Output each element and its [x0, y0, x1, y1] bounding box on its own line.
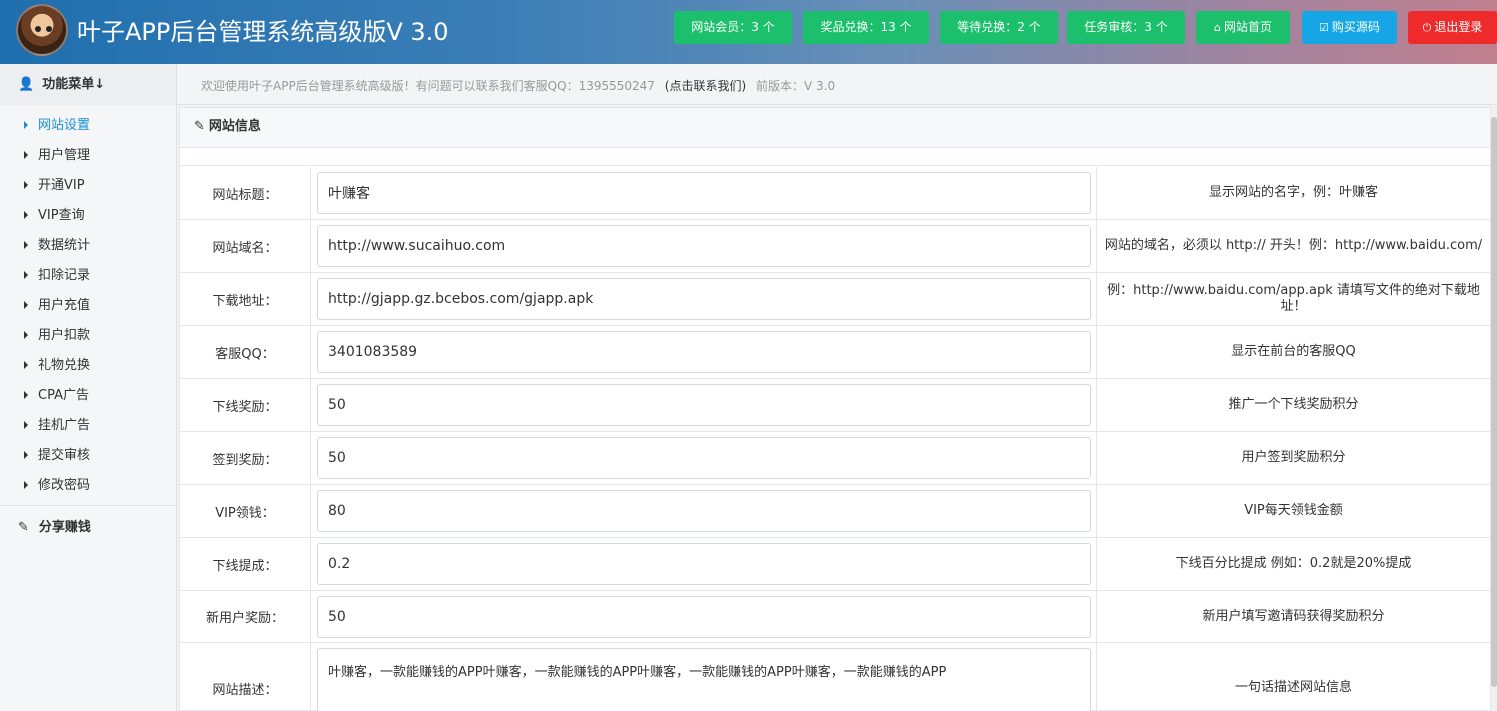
field-hint: VIP每天领钱金额: [1096, 485, 1490, 537]
top-header: 叶子APP后台管理系统高级版V 3.0 网站会员：3 个 奖品兑换：13 个 等…: [0, 0, 1497, 64]
sidebar-divider: [0, 505, 176, 506]
caret-right-icon: [24, 300, 28, 309]
stat-task-review-button[interactable]: 任务审核：3 个: [1067, 11, 1185, 44]
field-label: 网站域名：: [180, 220, 311, 272]
caret-right-icon: [24, 330, 28, 339]
page-scrollbar[interactable]: [1491, 107, 1497, 711]
field-hint: 显示网站的名字，例：叶赚客: [1096, 167, 1490, 219]
sidebar-item-site-settings[interactable]: 网站设置: [24, 116, 90, 136]
sidebar-item-user-management[interactable]: 用户管理: [24, 146, 90, 166]
referral-commission-input[interactable]: [317, 543, 1091, 585]
field-label: 客服QQ：: [180, 326, 311, 378]
logout-button[interactable]: ⏻ 退出登录: [1408, 11, 1497, 44]
form-row-new-user-reward: 新用户奖励： 新用户填写邀请码获得奖励积分: [180, 591, 1490, 643]
edit-icon: ✎: [194, 119, 205, 134]
app-title: 叶子APP后台管理系统高级版V 3.0: [77, 18, 449, 46]
sidebar-item-change-password[interactable]: 修改密码: [24, 476, 90, 496]
form-row-checkin-reward: 签到奖励： 用户签到奖励积分: [180, 432, 1490, 485]
field-hint: 一句话描述网站信息: [1096, 643, 1490, 711]
welcome-text: 欢迎使用叶子APP后台管理系统高级版！有问题可以联系我们客服QQ：1395550…: [201, 79, 836, 93]
checkin-reward-input[interactable]: [317, 437, 1091, 479]
field-hint: 推广一个下线奖励积分: [1096, 379, 1490, 431]
form-row-vip-daily: VIP领钱： VIP每天领钱金额: [180, 485, 1490, 538]
sidebar-item-user-recharge[interactable]: 用户充值: [24, 296, 90, 316]
field-label: 网站描述：: [180, 643, 311, 711]
power-icon: ⏻: [1422, 21, 1432, 34]
form-row-site-domain: 网站域名： 网站的域名，必须以 http:// 开头！例：http://www.…: [180, 220, 1490, 273]
download-url-input[interactable]: [317, 278, 1091, 320]
field-hint: 新用户填写邀请码获得奖励积分: [1096, 591, 1490, 642]
field-hint: 用户签到奖励积分: [1096, 432, 1490, 484]
caret-right-icon: [24, 480, 28, 489]
field-label: VIP领钱：: [180, 485, 311, 537]
site-domain-input[interactable]: [317, 225, 1091, 267]
caret-right-icon: [24, 270, 28, 279]
sidebar-item-submit-review[interactable]: 提交审核: [24, 446, 90, 466]
form-row-download-url: 下载地址： 例：http://www.baidu.com/app.apk 请填写…: [180, 273, 1490, 326]
sidebar-item-statistics[interactable]: 数据统计: [24, 236, 90, 256]
menu-title[interactable]: 👤 功能菜单↓: [0, 64, 177, 105]
stat-members-button[interactable]: 网站会员：3 个: [674, 11, 792, 44]
form-row-site-description: 网站描述： 叶赚客，一款能赚钱的APP叶赚客，一款能赚钱的APP叶赚客，一款能赚…: [180, 643, 1490, 711]
field-hint: 例：http://www.baidu.com/app.apk 请填写文件的绝对下…: [1096, 273, 1490, 325]
field-label: 下线奖励：: [180, 379, 311, 431]
caret-right-icon: [24, 450, 28, 459]
sidebar-item-open-vip[interactable]: 开通VIP: [24, 176, 85, 196]
avatar: [16, 4, 68, 56]
caret-right-icon: [24, 240, 28, 249]
check-square-icon: ☑: [1319, 21, 1329, 34]
caret-right-icon: [24, 210, 28, 219]
service-qq-input[interactable]: [317, 331, 1091, 373]
form-row-referral-commission: 下线提成： 下线百分比提成 例如：0.2就是20%提成: [180, 538, 1490, 591]
sidebar: 网站设置 用户管理 开通VIP VIP查询 数据统计 扣除记录 用户充值 用户扣…: [0, 105, 177, 711]
field-label: 下线提成：: [180, 538, 311, 590]
field-hint: 下线百分比提成 例如：0.2就是20%提成: [1096, 538, 1490, 590]
home-icon: ⌂: [1214, 21, 1221, 34]
sidebar-item-deduction-records[interactable]: 扣除记录: [24, 266, 90, 286]
sidebar-item-vip-query[interactable]: VIP查询: [24, 206, 85, 226]
caret-right-icon: [24, 420, 28, 429]
form-row-service-qq: 客服QQ： 显示在前台的客服QQ: [180, 326, 1490, 379]
form-row-site-title: 网站标题： 显示网站的名字，例：叶赚客: [180, 167, 1490, 220]
sub-bar: 👤 功能菜单↓ 欢迎使用叶子APP后台管理系统高级版！有问题可以联系我们客服QQ：…: [0, 64, 1497, 105]
scrollbar-thumb[interactable]: [1491, 117, 1497, 687]
field-label: 网站标题：: [180, 167, 311, 219]
site-description-textarea[interactable]: 叶赚客，一款能赚钱的APP叶赚客，一款能赚钱的APP叶赚客，一款能赚钱的APP叶…: [317, 648, 1091, 711]
sidebar-item-gift-exchange[interactable]: 礼物兑换: [24, 356, 90, 376]
site-title-input[interactable]: [317, 172, 1091, 214]
sidebar-item-idle-ads[interactable]: 挂机广告: [24, 416, 90, 436]
sidebar-item-share-earn[interactable]: ✎ 分享赚钱: [18, 516, 91, 535]
panel-header: ✎ 网站信息: [180, 108, 1490, 148]
form-row-referral-reward: 下线奖励： 推广一个下线奖励积分: [180, 379, 1490, 432]
contact-us-link[interactable]: (点击联系我们): [665, 79, 746, 93]
buy-source-button[interactable]: ☑ 购买源码: [1302, 11, 1397, 44]
field-label: 新用户奖励：: [180, 591, 311, 642]
site-info-panel: ✎网站信息 网站标题： 显示网站的名字，例：叶赚客 网站域名： 网站的域名，必须…: [179, 107, 1491, 711]
sidebar-item-cpa-ads[interactable]: CPA广告: [24, 386, 89, 406]
caret-right-icon: [24, 360, 28, 369]
caret-right-icon: [24, 120, 28, 129]
vip-daily-input[interactable]: [317, 490, 1091, 532]
referral-reward-input[interactable]: [317, 384, 1091, 426]
caret-right-icon: [24, 150, 28, 159]
site-home-button[interactable]: ⌂ 网站首页: [1196, 11, 1290, 44]
field-label: 签到奖励：: [180, 432, 311, 484]
stat-pending-exchange-button[interactable]: 等待兑换：2 个: [940, 11, 1058, 44]
edit-icon: ✎: [18, 520, 29, 535]
caret-right-icon: [24, 390, 28, 399]
field-hint: 网站的域名，必须以 http:// 开头！例：http://www.baidu.…: [1096, 220, 1490, 272]
stat-prize-exchange-button[interactable]: 奖品兑换：13 个: [803, 11, 929, 44]
new-user-reward-input[interactable]: [317, 596, 1091, 638]
sidebar-item-user-deduct[interactable]: 用户扣款: [24, 326, 90, 346]
caret-right-icon: [24, 180, 28, 189]
user-icon: 👤: [18, 77, 35, 92]
field-label: 下载地址：: [180, 273, 311, 325]
field-hint: 显示在前台的客服QQ: [1096, 326, 1490, 378]
